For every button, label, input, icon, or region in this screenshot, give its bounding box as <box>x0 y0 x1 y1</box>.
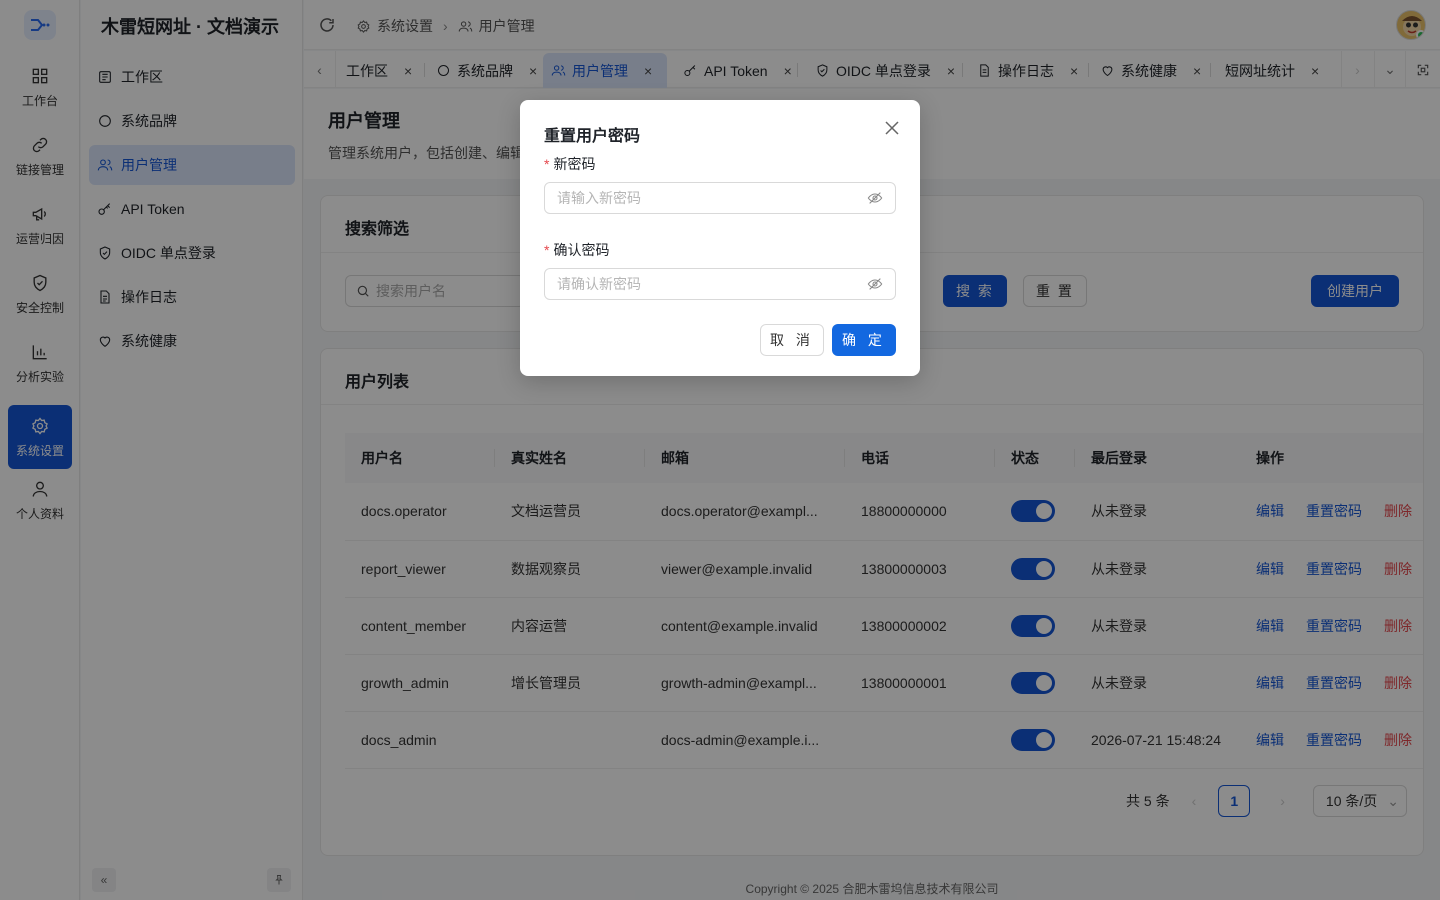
cancel-button[interactable]: 取 消 <box>760 324 824 356</box>
eye-off-icon[interactable] <box>867 190 883 206</box>
dialog-title: 重置用户密码 <box>544 128 641 145</box>
new-password-input[interactable] <box>557 190 857 206</box>
eye-off-icon[interactable] <box>867 276 883 292</box>
new-password-field[interactable] <box>544 182 896 214</box>
close-icon <box>885 121 899 135</box>
confirm-password-label: * 确认密码 <box>544 242 610 258</box>
new-password-label: * 新密码 <box>544 156 596 172</box>
reset-password-dialog: 重置用户密码 * 新密码 * 确认密码 取 消 确 定 <box>520 100 920 376</box>
confirm-button[interactable]: 确 定 <box>832 324 896 356</box>
confirm-password-input[interactable] <box>557 276 857 292</box>
confirm-password-field[interactable] <box>544 268 896 300</box>
dialog-close-button[interactable] <box>882 118 902 138</box>
